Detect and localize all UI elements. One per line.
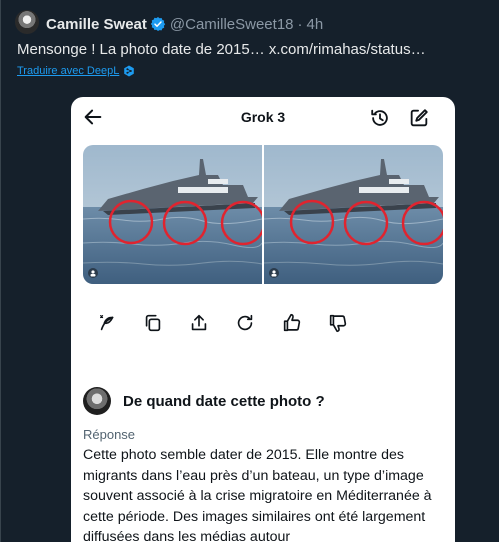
author-handle[interactable]: @CamilleSweet18 xyxy=(170,16,294,33)
translate-label[interactable]: Traduire avec DeepL xyxy=(17,65,119,77)
translate-link[interactable]: Traduire avec DeepL xyxy=(17,65,135,77)
tweet-text: Mensonge ! La photo date de 2015… x.com/… xyxy=(17,41,426,58)
share-icon xyxy=(191,314,207,331)
regenerate-icon xyxy=(100,315,114,331)
attached-screenshot[interactable]: Grok 3 De quand date cette photo ? Répon… xyxy=(71,97,455,542)
thumbs-down-icon xyxy=(329,314,347,333)
copy-icon xyxy=(145,314,161,332)
grok-topbar: Grok 3 xyxy=(71,97,455,137)
verified-badge-icon xyxy=(150,17,166,31)
user-avatar xyxy=(83,387,111,415)
compose-icon xyxy=(410,109,428,127)
grok-title: Grok 3 xyxy=(240,109,286,125)
tweet-header: Camille Sweat @CamilleSweet18 · 4h xyxy=(46,14,323,34)
boat-photo-right xyxy=(264,145,443,284)
answer-label: Réponse xyxy=(83,427,136,442)
deepl-icon xyxy=(124,65,135,77)
boat-photo-left xyxy=(83,145,262,284)
history-icon xyxy=(371,109,388,126)
answer-text: Cette photo semble dater de 2015. Elle m… xyxy=(83,447,432,542)
tweet[interactable]: Camille Sweat @CamilleSweet18 · 4h Menso… xyxy=(0,0,499,542)
user-question: De quand date cette photo ? xyxy=(83,385,443,417)
thumbs-up-icon xyxy=(283,313,301,332)
author-avatar[interactable] xyxy=(15,10,39,34)
author-display-name[interactable]: Camille Sweat xyxy=(46,16,147,33)
refresh-icon xyxy=(237,314,253,331)
tweet-timestamp[interactable]: 4h xyxy=(307,16,324,33)
question-text: De quand date cette photo ? xyxy=(123,392,325,410)
grok-action-bar xyxy=(71,312,455,342)
separator-dot: · xyxy=(297,15,303,33)
